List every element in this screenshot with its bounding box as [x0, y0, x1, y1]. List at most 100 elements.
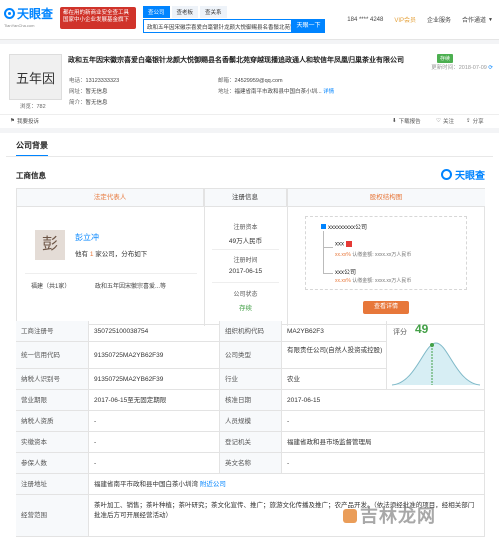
score-curve-icon: [391, 342, 481, 386]
view-details-button[interactable]: 查看详情: [363, 301, 409, 314]
row-value: 91350725MA2YB62F39: [89, 342, 220, 369]
website-row: 网址：暂无信息: [69, 89, 108, 95]
reg-capital-value: 49万人民币: [228, 238, 263, 245]
company-count[interactable]: 1: [90, 251, 94, 258]
legal-rep-location: 福建（共1家）: [31, 284, 71, 290]
company-logo: 五年因: [9, 54, 62, 100]
equity-shareholder-1[interactable]: xxx: [335, 241, 352, 248]
equity-connector: [323, 273, 333, 274]
logo-subtext: TianYanCha.com: [4, 23, 35, 28]
search-area: 查公司 查老板 查关系 政和五年因宋徽宗喜爱白毫银针龙颜大悦御赐县名香鬃北苑穿越…: [143, 6, 325, 33]
share-icon: ⇪: [466, 118, 471, 124]
legal-rep-name[interactable]: 彭立冲: [75, 232, 99, 243]
tab-company-background[interactable]: 公司背景: [16, 140, 48, 157]
search-tab-boss[interactable]: 查老板: [171, 6, 199, 18]
summary-block: 法定代表人 注册信息 股权结构图 彭 彭立冲 他有 1 家公司，分布如下 福建（…: [16, 188, 485, 326]
section-divider: [6, 156, 493, 157]
equity-shareholder-2[interactable]: xxx公司: [335, 267, 356, 276]
reg-date-label: 注册时间: [233, 258, 258, 264]
status-badge: 存续: [437, 54, 454, 63]
reg-date: 注册时间 2017-06-15: [204, 255, 287, 275]
row-label: 纳税人识别号: [16, 369, 89, 390]
chevron-down-icon[interactable]: ▼: [488, 17, 493, 23]
row-value: 福建省南平市政和县中国白茶小圳湾 附近公司: [89, 474, 485, 495]
download-report-button[interactable]: ⬇ 下载报告: [392, 117, 421, 125]
legal-rep-avatar: 彭: [35, 230, 65, 260]
promo-banner[interactable]: 都在用的新商业安全查工具 国家中小企业发展基金旗下: [60, 7, 136, 29]
legal-rep-desc: 他有 1 家公司，分布如下: [75, 251, 148, 258]
row-value: -: [282, 453, 485, 474]
business-info-title: 工商信息: [16, 171, 46, 180]
row-value: -: [89, 453, 220, 474]
score-panel[interactable]: 评分 49: [387, 321, 485, 390]
address-value: 福建省南平市政和县中国白茶小圳...: [234, 89, 322, 95]
divider: [212, 282, 279, 283]
column-divider: [287, 189, 288, 326]
top-bar: 天眼查 TianYanCha.com 都在用的新商业安全查工具 国家中小企业发展…: [0, 0, 499, 40]
intro-value: 暂无信息: [85, 100, 108, 106]
row-value: 福建省政和县市场监督管理局: [282, 432, 485, 453]
main-content: 公司背景 工商信息 天眼查 法定代表人 注册信息 股权结构图 彭 彭立冲 他有 …: [0, 133, 499, 554]
equity-header: 股权结构图: [287, 189, 485, 207]
row-label: 组织机构代码: [220, 321, 282, 342]
row-value: 91350725MA2YB62F39: [89, 369, 220, 390]
promo-line-1: 都在用的新商业安全查工具: [63, 10, 130, 16]
phone-value: 13123333323: [85, 78, 120, 84]
row-label: 营业期限: [16, 390, 89, 411]
search-button[interactable]: 天眼一下: [292, 19, 325, 33]
reg-status: 公司状态 存续: [204, 289, 287, 312]
row-value: 农业: [282, 369, 387, 390]
follow-button[interactable]: ♡ 关注: [436, 117, 454, 125]
phone-row: 电话：13123333323: [69, 78, 120, 84]
divider: [25, 273, 197, 274]
flag-icon: ⚑: [10, 118, 15, 124]
enterprise-service-link[interactable]: 企业服务: [427, 15, 451, 24]
search-tab-relation[interactable]: 查关系: [200, 6, 227, 18]
row-value: MA2YB62F3: [282, 321, 387, 342]
logo-text: 天眼查: [17, 7, 54, 21]
promo-line-2: 国家中小企业发展基金旗下: [63, 17, 130, 23]
reg-status-label: 公司状态: [233, 292, 258, 298]
download-icon: ⬇: [392, 118, 397, 124]
logo[interactable]: 天眼查 TianYanCha.com: [4, 5, 56, 35]
nearby-companies-link[interactable]: 附近公司: [200, 481, 226, 488]
reg-date-value: 2017-06-15: [228, 268, 263, 275]
row-label: 参保人数: [16, 453, 89, 474]
email-value[interactable]: 24529959@qq.com: [235, 78, 283, 84]
row-value: -: [89, 432, 220, 453]
row-label: 经营范围: [16, 495, 89, 537]
vip-link[interactable]: VIP会员: [394, 15, 416, 24]
equity-connector: [323, 231, 324, 273]
score-value: 49: [415, 322, 429, 336]
address-detail-link[interactable]: 详情: [323, 89, 334, 95]
report-button[interactable]: ⚑ 我要投诉: [10, 117, 39, 125]
row-value: 2017-06-15至无固定期限: [89, 390, 220, 411]
reg-status-value: 存续: [239, 305, 252, 312]
search-tabs: 查公司 查老板 查关系: [143, 6, 325, 18]
header-actions: ⚑ 我要投诉 ⬇ 下载报告 ♡ 关注 ⇪ 分享: [0, 114, 499, 128]
reg-capital-label: 注册资本: [233, 225, 258, 231]
share-button[interactable]: ⇪ 分享: [466, 117, 484, 125]
view-count: 浏览：782: [20, 104, 46, 110]
refresh-icon[interactable]: ⟳: [488, 65, 493, 71]
cooperation-link[interactable]: 合作通道: [462, 15, 486, 24]
row-label: 英文名称: [220, 453, 282, 474]
legal-rep-company-link[interactable]: 政和五年因宋徽宗喜爱...等: [95, 281, 166, 290]
row-value: 350725100038754: [89, 321, 220, 342]
user-phone[interactable]: 184 **** 4248: [347, 17, 383, 23]
logo-eye-icon: [441, 169, 452, 180]
heart-icon: ♡: [436, 118, 441, 124]
score-label: 评分: [393, 329, 407, 336]
watermark: 吉林龙网: [343, 502, 436, 528]
divider: [212, 249, 279, 250]
search-tab-company[interactable]: 查公司: [143, 6, 170, 18]
top-nav: 184 **** 4248 VIP会员 企业服务 合作通道 ▼: [336, 15, 493, 25]
brand-logo: 天眼查: [441, 167, 485, 182]
search-input[interactable]: 政和五年因宋徽宗喜爱白毫银针龙颜大悦御赐县名香鬃北苑穿越: [143, 19, 292, 33]
watermark-logo-icon: [343, 509, 357, 523]
legal-rep-header: 法定代表人: [17, 189, 204, 207]
website-value: 暂无信息: [85, 89, 108, 95]
row-label: 统一信用代码: [16, 342, 89, 369]
address-row: 地址：福建省南平市政和县中国白茶小圳... 详情: [218, 89, 335, 95]
row-value: 有限责任公司(自然人投资或控股): [282, 342, 387, 369]
